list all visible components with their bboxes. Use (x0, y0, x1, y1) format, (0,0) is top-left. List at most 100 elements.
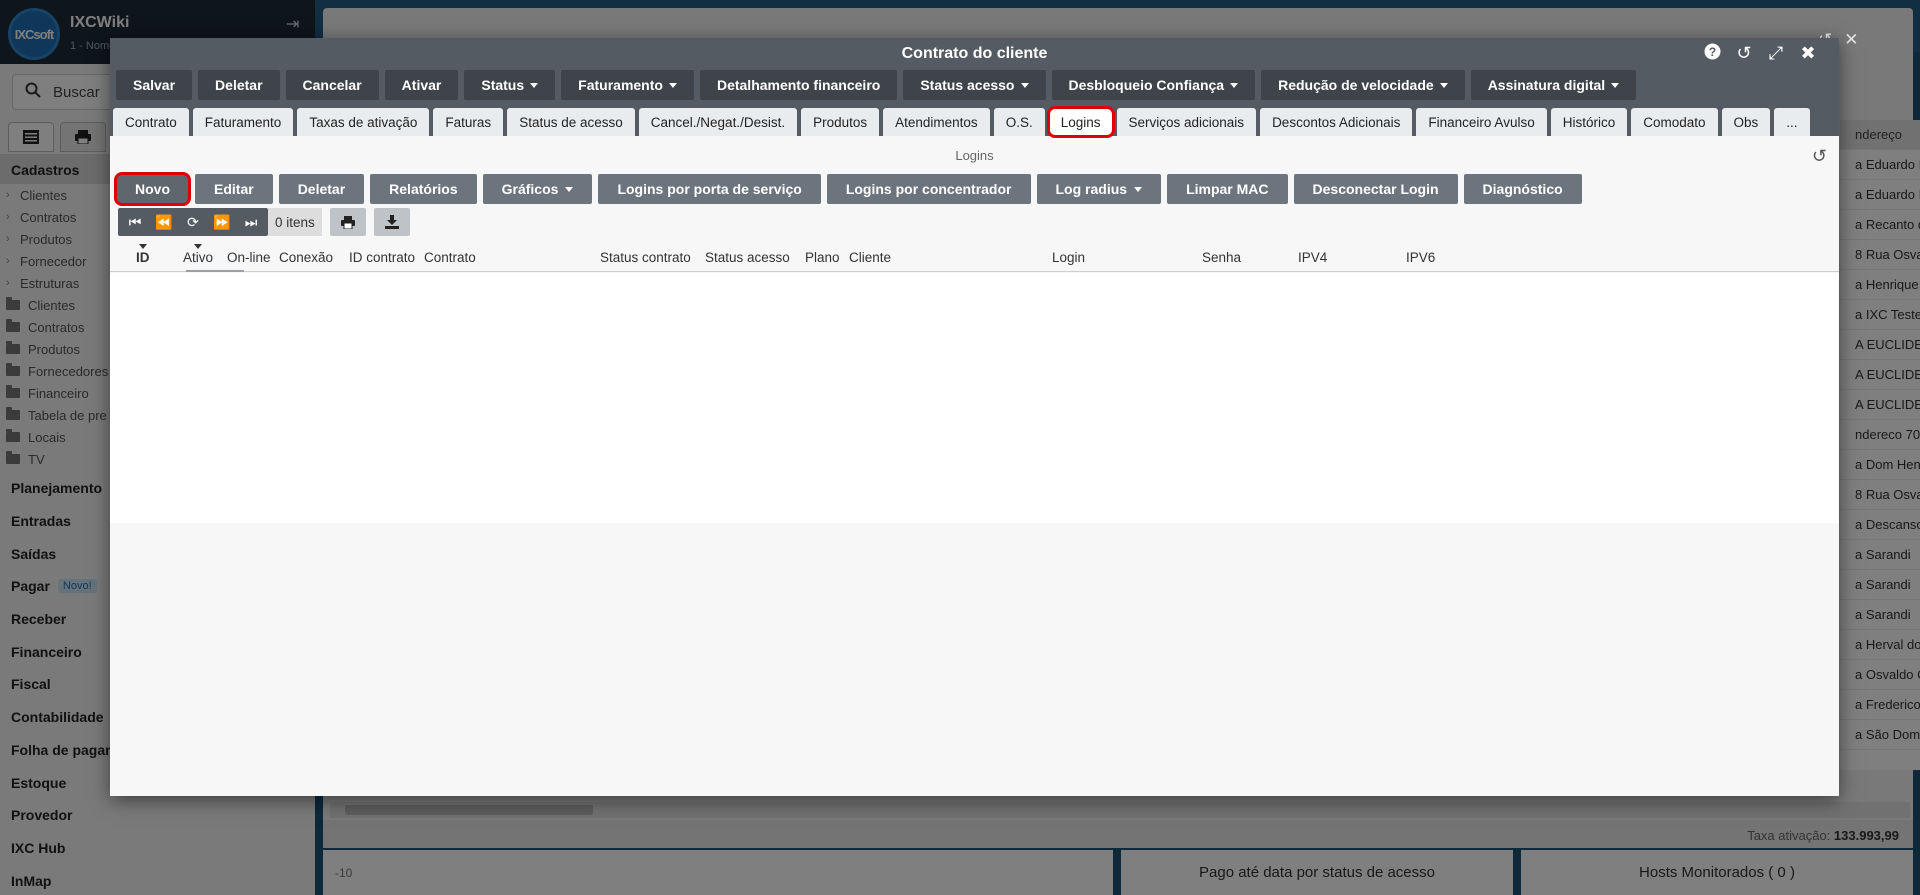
button-label: Cancelar (302, 77, 362, 93)
first-page-icon[interactable]: ⏮ (122, 211, 148, 233)
button-label: Diagnóstico (1482, 181, 1563, 197)
section-history-icon[interactable]: ↺ (1812, 146, 1827, 167)
desconectar-login-button[interactable]: Desconectar Login (1293, 174, 1458, 204)
button-label: Faturamento (578, 77, 663, 93)
column-header-id-contrato[interactable]: ID contrato (349, 250, 415, 265)
print-icon (340, 215, 355, 229)
grid-header: ID Ativo On-line Conexão ID contrato Contrato… (110, 242, 1839, 272)
salvar-button[interactable]: Salvar (116, 70, 193, 100)
download-icon (384, 215, 399, 229)
caret-down-icon (565, 186, 574, 192)
button-label: Logins por porta de serviço (617, 181, 802, 197)
log-radius-button[interactable]: Log radius (1036, 174, 1162, 204)
column-header-ativo[interactable]: Ativo (183, 244, 213, 265)
column-header-conexao[interactable]: Conexão (279, 250, 333, 265)
tab-cancel-negat-desist[interactable]: Cancel./Negat./Desist. (638, 108, 798, 136)
column-header-plano[interactable]: Plano (805, 250, 840, 265)
print-button[interactable] (329, 208, 366, 236)
limpar-mac-button[interactable]: Limpar MAC (1167, 174, 1288, 204)
button-label: Status (481, 77, 525, 93)
button-label: Deletar (215, 77, 263, 93)
tab-obs[interactable]: Obs (1721, 108, 1771, 136)
faturamento-button[interactable]: Faturamento (561, 70, 694, 100)
logins-actions: Novo Editar Deletar Relatórios Gráficos Login… (114, 172, 1582, 206)
maximize-icon[interactable]: ⤢ (1765, 43, 1787, 64)
pager: ⏮ ⏪ ⟳ ⏩ ⏭ 0 itens (118, 208, 410, 236)
tab-comodato[interactable]: Comodato (1631, 108, 1718, 136)
close-icon: ✕ (1844, 30, 1859, 49)
tab-servicos-adicionais[interactable]: Serviços adicionais (1116, 108, 1257, 136)
detalhamento-financeiro-button[interactable]: Detalhamento financeiro (699, 70, 898, 100)
tab-contrato[interactable]: Contrato (113, 108, 189, 136)
novo-button[interactable]: Novo (114, 172, 191, 206)
button-label: Novo (135, 181, 170, 197)
export-button[interactable] (373, 208, 410, 236)
next-page-icon[interactable]: ⏩ (209, 211, 235, 233)
modal-toolbar: Salvar Deletar Cancelar Ativar Status Faturam… (110, 70, 1839, 104)
button-label: Ativar (401, 77, 442, 93)
tab-logins[interactable]: Logins (1046, 106, 1115, 138)
column-header-login[interactable]: Login (1052, 250, 1085, 265)
column-header-ipv4[interactable]: IPV4 (1298, 250, 1327, 265)
button-label: Assinatura digital (1487, 77, 1606, 93)
diagnostico-button[interactable]: Diagnóstico (1463, 174, 1582, 204)
previous-page-icon[interactable]: ⏪ (151, 211, 177, 233)
history-icon[interactable]: ↺ (1733, 43, 1755, 64)
graficos-button[interactable]: Gráficos (482, 174, 593, 204)
tab-descontos-adicionais[interactable]: Descontos Adicionais (1260, 108, 1413, 136)
modal-title: Contrato do cliente (901, 45, 1048, 62)
desbloqueio-confianca-button[interactable]: Desbloqueio Confiança (1051, 70, 1256, 100)
column-header-id[interactable]: ID (136, 244, 150, 265)
ativar-button[interactable]: Ativar (384, 70, 459, 100)
caret-down-icon (1230, 82, 1239, 88)
logins-por-concentrador-button[interactable]: Logins por concentrador (826, 174, 1031, 204)
tab-more[interactable]: ... (1774, 108, 1810, 136)
tab-faturamento[interactable]: Faturamento (192, 108, 294, 136)
modal-title-bar[interactable]: Contrato do cliente ? ↺ ⤢ ✖ (110, 38, 1839, 70)
button-label: Desconectar Login (1312, 181, 1439, 197)
button-label: Deletar (297, 181, 346, 197)
button-label: Desbloqueio Confiança (1068, 77, 1225, 93)
tab-taxas-de-ativacao[interactable]: Taxas de ativação (297, 108, 430, 136)
tab-status-de-acesso[interactable]: Status de acesso (507, 108, 635, 136)
tab-financeiro-avulso[interactable]: Financeiro Avulso (1416, 108, 1547, 136)
column-header-senha[interactable]: Senha (1202, 250, 1241, 265)
cancelar-button[interactable]: Cancelar (285, 70, 379, 100)
last-page-icon[interactable]: ⏭ (238, 211, 264, 233)
tab-faturas[interactable]: Faturas (433, 108, 504, 136)
caret-down-icon (1439, 82, 1448, 88)
sort-indicator (186, 270, 244, 272)
caret-down-icon (668, 82, 677, 88)
deletar-button[interactable]: Deletar (198, 70, 280, 100)
contract-modal: Contrato do cliente ? ↺ ⤢ ✖ Salvar Deleta… (110, 38, 1839, 796)
svg-text:?: ? (1708, 45, 1715, 59)
tab-historico[interactable]: Histórico (1550, 108, 1628, 136)
assinatura-digital-button[interactable]: Assinatura digital (1470, 70, 1637, 100)
logins-por-porta-de-servico-button[interactable]: Logins por porta de serviço (598, 174, 821, 204)
close-icon[interactable]: ✖ (1797, 43, 1819, 64)
status-acesso-button[interactable]: Status acesso (903, 70, 1046, 100)
editar-button[interactable]: Editar (195, 174, 273, 204)
button-label: Editar (214, 181, 254, 197)
tab-atendimentos[interactable]: Atendimentos (883, 108, 990, 136)
relatorios-button[interactable]: Relatórios (370, 174, 477, 204)
column-header-status-acesso[interactable]: Status acesso (705, 250, 790, 265)
column-header-on-line[interactable]: On-line (227, 250, 271, 265)
column-header-contrato[interactable]: Contrato (424, 250, 476, 265)
column-header-status-contrato[interactable]: Status contrato (600, 250, 691, 265)
button-label: Limpar MAC (1186, 181, 1269, 197)
button-label: Status acesso (920, 77, 1015, 93)
button-label: Log radius (1055, 181, 1128, 197)
tab-o-s[interactable]: O.S. (993, 108, 1045, 136)
reducao-de-velocidade-button[interactable]: Redução de velocidade (1261, 70, 1465, 100)
button-label: Gráficos (501, 181, 559, 197)
refresh-icon[interactable]: ⟳ (180, 211, 206, 233)
tab-produtos[interactable]: Produtos (801, 108, 880, 136)
caret-down-icon (1611, 82, 1620, 88)
modal-tabs: Contrato Faturamento Taxas de ativação Fatu… (110, 104, 1839, 138)
column-header-ipv6[interactable]: IPV6 (1406, 250, 1435, 265)
column-header-cliente[interactable]: Cliente (849, 250, 891, 265)
deletar-button[interactable]: Deletar (278, 174, 365, 204)
status-button[interactable]: Status (464, 70, 556, 100)
help-icon[interactable]: ? (1701, 43, 1723, 64)
